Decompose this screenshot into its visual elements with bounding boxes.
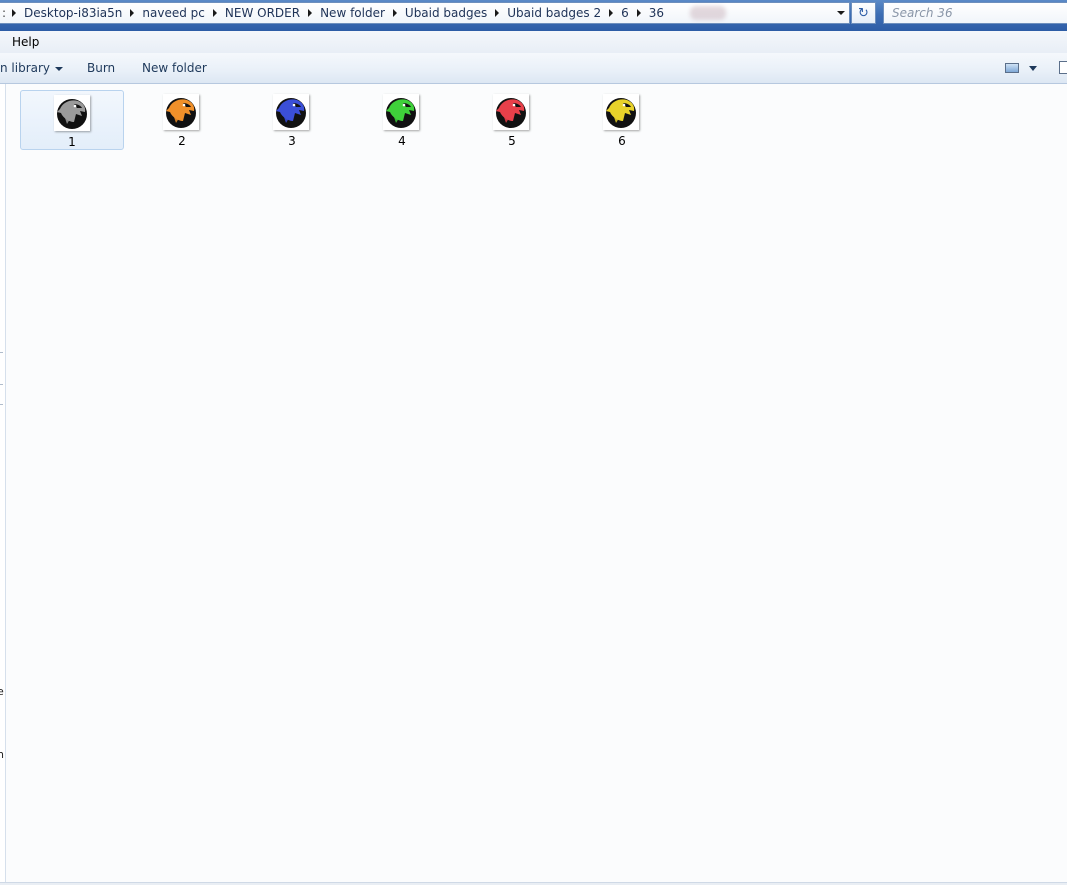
file-name: 1 bbox=[68, 135, 76, 149]
eagle-badge-icon bbox=[493, 94, 529, 130]
nav-pane-marker bbox=[0, 384, 3, 385]
eagle-badge-icon bbox=[54, 95, 90, 131]
breadcrumb-6[interactable]: 6 bbox=[621, 6, 629, 20]
address-strip: : Desktop-i83ia5n naveed pc NEW ORDER Ne… bbox=[0, 0, 1067, 31]
eagle-badge-icon bbox=[273, 94, 309, 130]
menu-help[interactable]: Help bbox=[12, 35, 39, 49]
burn-button[interactable]: Burn bbox=[87, 61, 115, 75]
new-folder-button[interactable]: New folder bbox=[142, 61, 207, 75]
file-item[interactable]: 2 bbox=[130, 90, 234, 150]
breadcrumb-naveed-pc[interactable]: naveed pc bbox=[142, 6, 204, 20]
file-name: 5 bbox=[508, 134, 516, 148]
breadcrumb-separator-icon[interactable] bbox=[609, 9, 614, 17]
file-name: 2 bbox=[178, 134, 186, 148]
chevron-down-icon[interactable] bbox=[1029, 66, 1037, 71]
menu-bar: Help bbox=[0, 31, 1067, 54]
blurred-region bbox=[690, 6, 726, 20]
breadcrumb-separator-icon[interactable] bbox=[130, 9, 135, 17]
file-name: 4 bbox=[398, 134, 406, 148]
command-bar: n library Burn New folder bbox=[0, 53, 1067, 84]
file-name: 3 bbox=[288, 134, 296, 148]
nav-pane-marker bbox=[0, 404, 3, 405]
include-in-library-button[interactable]: n library bbox=[0, 61, 64, 75]
nav-pane-text-fragment[interactable]: e bbox=[0, 685, 4, 698]
file-item[interactable]: 1 bbox=[20, 90, 124, 150]
include-in-library-label: n library bbox=[0, 61, 51, 75]
refresh-icon: ↻ bbox=[858, 5, 869, 21]
file-name: 6 bbox=[618, 134, 626, 148]
view-options-icon[interactable] bbox=[1005, 63, 1019, 73]
file-item[interactable]: 3 bbox=[240, 90, 344, 150]
breadcrumb-separator-icon[interactable] bbox=[392, 9, 397, 17]
nav-pane-text-fragment[interactable]: n bbox=[0, 748, 4, 761]
breadcrumb-new-order[interactable]: NEW ORDER bbox=[225, 6, 300, 20]
breadcrumb-desktop[interactable]: Desktop-i83ia5n bbox=[24, 6, 122, 20]
address-leading-fragment: : bbox=[2, 6, 7, 20]
breadcrumb-separator-icon[interactable] bbox=[495, 9, 500, 17]
search-input[interactable]: Search 36 bbox=[883, 2, 1067, 24]
breadcrumb-separator-icon[interactable] bbox=[636, 9, 641, 17]
breadcrumb-separator-icon[interactable] bbox=[12, 9, 17, 17]
chevron-down-icon bbox=[837, 11, 845, 15]
eagle-badge-icon bbox=[383, 94, 419, 130]
file-item[interactable]: 6 bbox=[570, 90, 674, 150]
breadcrumb-36[interactable]: 36 bbox=[649, 6, 664, 20]
breadcrumb-separator-icon[interactable] bbox=[308, 9, 313, 17]
file-item[interactable]: 4 bbox=[350, 90, 454, 150]
breadcrumb-ubaid-badges-2[interactable]: Ubaid badges 2 bbox=[507, 6, 601, 20]
file-item[interactable]: 5 bbox=[460, 90, 564, 150]
eagle-badge-icon bbox=[603, 94, 639, 130]
file-list-view[interactable]: 1 2 3 4 5 6 bbox=[6, 84, 1067, 882]
eagle-badge-icon bbox=[163, 94, 199, 130]
explorer-window: : Desktop-i83ia5n naveed pc NEW ORDER Ne… bbox=[0, 0, 1067, 885]
refresh-button[interactable]: ↻ bbox=[851, 2, 876, 24]
breadcrumb-new-folder[interactable]: New folder bbox=[320, 6, 385, 20]
preview-pane-icon[interactable] bbox=[1059, 61, 1067, 74]
address-history-dropdown[interactable] bbox=[833, 3, 849, 23]
breadcrumb-separator-icon[interactable] bbox=[212, 9, 217, 17]
nav-pane-marker bbox=[0, 352, 3, 353]
breadcrumb-ubaid-badges[interactable]: Ubaid badges bbox=[405, 6, 487, 20]
chevron-down-icon bbox=[55, 66, 64, 71]
